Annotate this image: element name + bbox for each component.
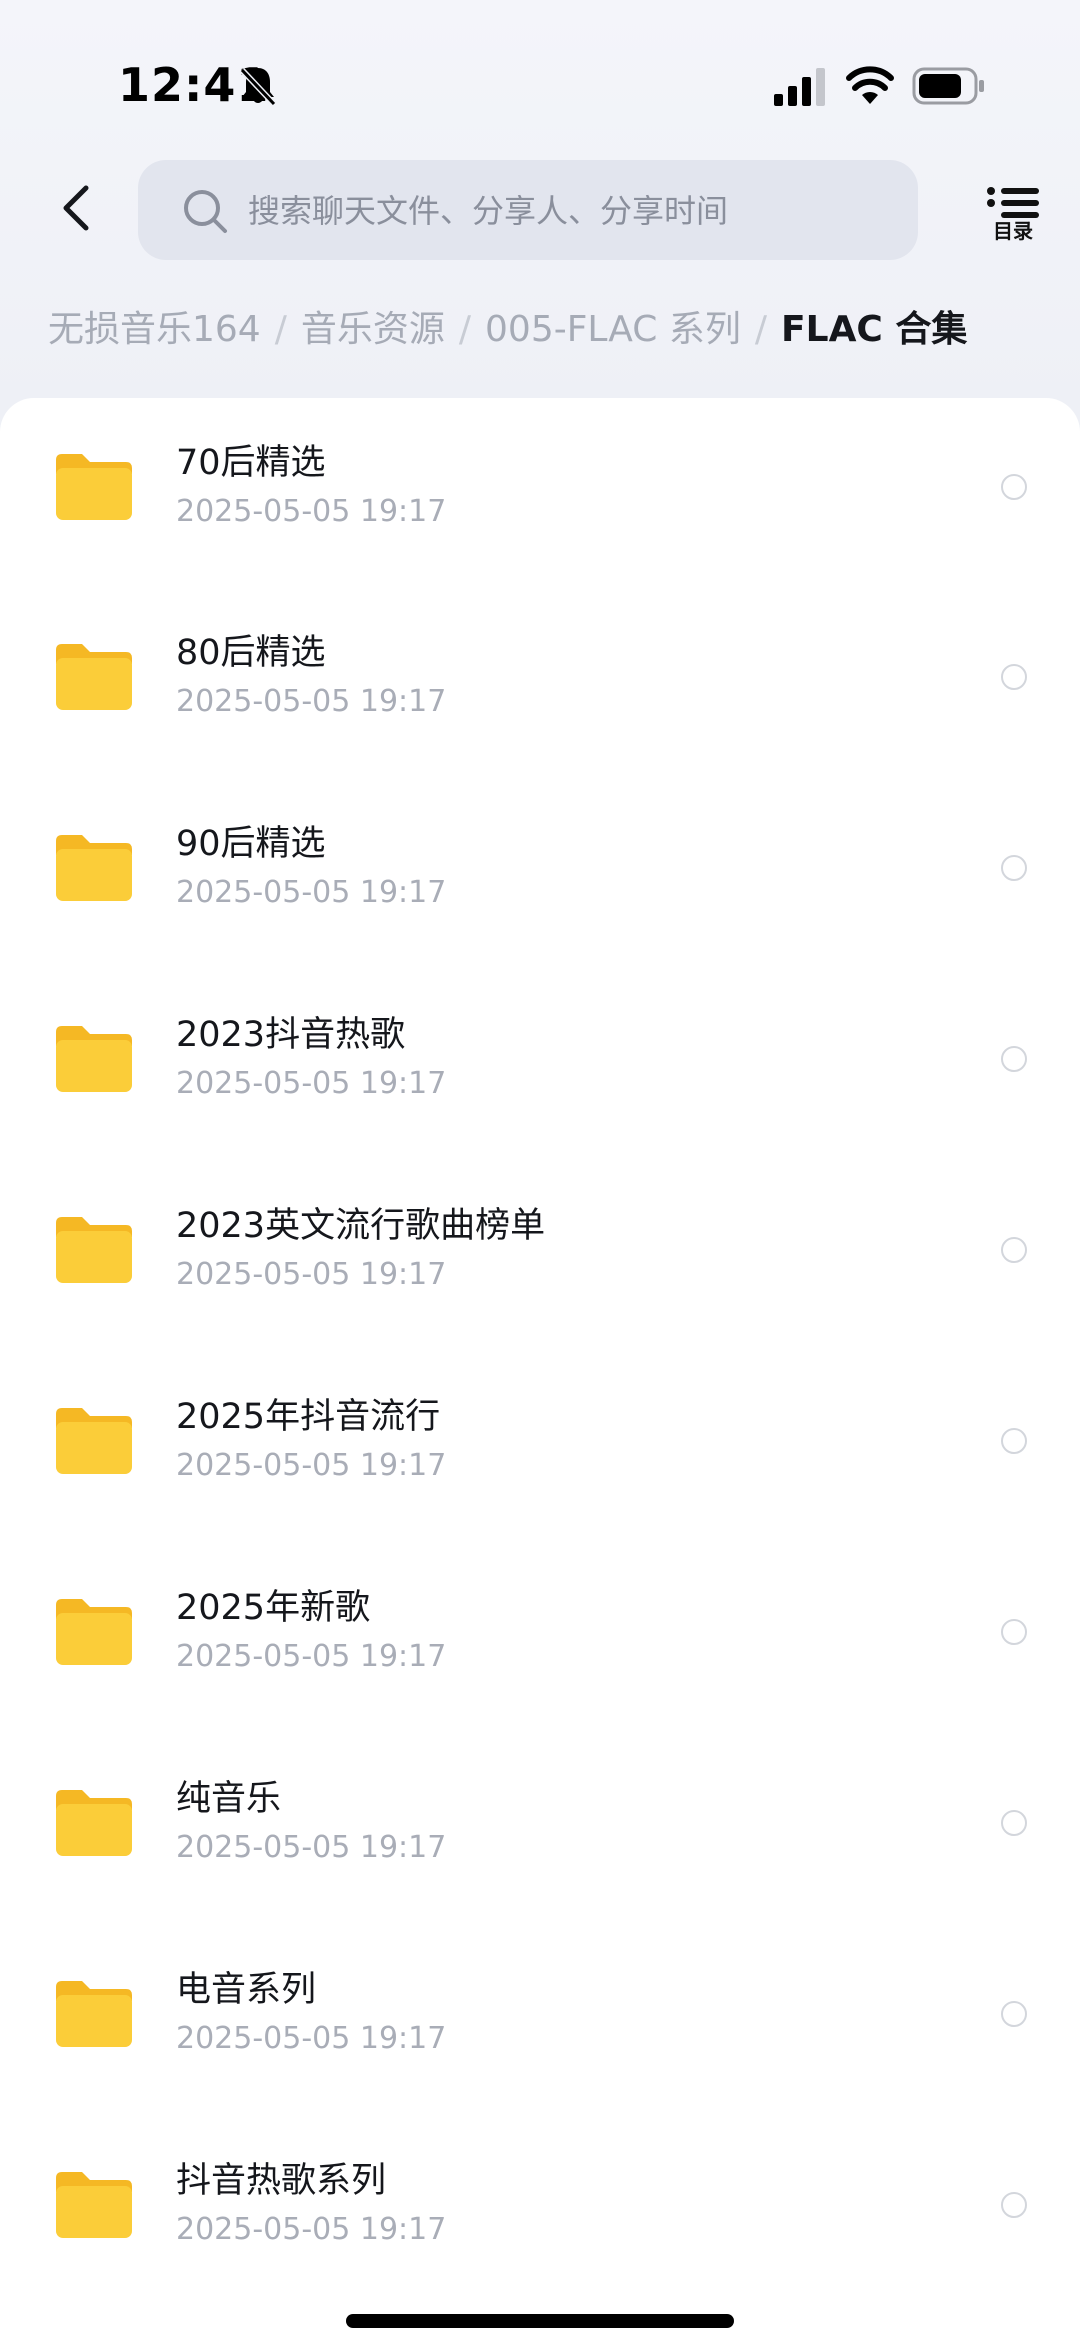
folder-name: 2025年抖音流行 (176, 1397, 441, 1437)
select-checkbox[interactable] (1001, 2192, 1027, 2218)
folder-icon (56, 1790, 132, 1856)
folder-name: 抖音热歌系列 (176, 2161, 387, 2201)
select-checkbox[interactable] (1001, 855, 1027, 881)
search-icon (184, 190, 227, 233)
folder-item[interactable]: 2023抖音热歌 2025-05-05 19:17 (0, 970, 1080, 1160)
folder-time: 2025-05-05 19:17 (176, 1066, 447, 1101)
folder-item[interactable]: 90后精选 2025-05-05 19:17 (0, 779, 1080, 969)
search-bar[interactable] (138, 160, 918, 262)
search-input[interactable] (246, 160, 890, 262)
select-checkbox[interactable] (1001, 1619, 1027, 1645)
folder-icon (56, 835, 132, 901)
folder-item[interactable]: 80后精选 2025-05-05 19:17 (0, 588, 1080, 778)
status-bar: 12:41 (0, 0, 1080, 140)
breadcrumb-item[interactable]: 005-FLAC 系列 (485, 309, 741, 350)
select-checkbox[interactable] (1001, 1428, 1027, 1454)
folder-time: 2025-05-05 19:17 (176, 1448, 447, 1483)
folder-item[interactable]: 电音系列 2025-05-05 19:17 (0, 1925, 1080, 2115)
folder-item[interactable]: 纯音乐 2025-05-05 19:17 (0, 1734, 1080, 1924)
cellular-signal-icon (774, 68, 825, 106)
folder-icon (56, 644, 132, 710)
folder-name: 70后精选 (176, 443, 326, 483)
breadcrumb: 无损音乐164 / 音乐资源 / 005-FLAC 系列 / FLAC 合集 (48, 300, 967, 360)
folder-item[interactable]: 70后精选 2025-05-05 19:17 (0, 398, 1080, 588)
folder-icon (56, 454, 132, 520)
folder-name: 2023抖音热歌 (176, 1015, 406, 1055)
folder-time: 2025-05-05 19:17 (176, 1257, 447, 1292)
select-checkbox[interactable] (1001, 474, 1027, 500)
home-indicator[interactable] (346, 2314, 734, 2328)
toc-label: 目录 (993, 219, 1033, 243)
folder-time: 2025-05-05 19:17 (176, 1830, 447, 1865)
folder-item[interactable]: 2025年抖音流行 2025-05-05 19:17 (0, 1352, 1080, 1542)
folder-name: 2025年新歌 (176, 1588, 371, 1628)
folder-list: 70后精选 2025-05-05 19:17 80后精选 2025-05-05 … (0, 398, 1080, 2348)
select-checkbox[interactable] (1001, 664, 1027, 690)
folder-icon (56, 1026, 132, 1092)
folder-icon (56, 1217, 132, 1283)
breadcrumb-current: FLAC 合集 (781, 309, 968, 350)
bell-muted-icon (239, 67, 277, 107)
folder-time: 2025-05-05 19:17 (176, 2021, 447, 2056)
folder-item[interactable]: 2025年新歌 2025-05-05 19:17 (0, 1543, 1080, 1733)
folder-name: 90后精选 (176, 824, 326, 864)
select-checkbox[interactable] (1001, 1810, 1027, 1836)
folder-icon (56, 1981, 132, 2047)
folder-icon (56, 1599, 132, 1665)
select-checkbox[interactable] (1001, 2001, 1027, 2027)
back-arrow-icon[interactable] (52, 180, 102, 236)
folder-name: 电音系列 (176, 1970, 317, 2010)
select-checkbox[interactable] (1001, 1237, 1027, 1263)
list-menu-icon (987, 187, 1039, 218)
folder-icon (56, 2172, 132, 2238)
toc-button[interactable]: 目录 (978, 186, 1048, 250)
folder-item[interactable]: 抖音热歌系列 2025-05-05 19:17 (0, 2116, 1080, 2306)
breadcrumb-separator: / (458, 309, 472, 350)
folder-time: 2025-05-05 19:17 (176, 2212, 447, 2247)
battery-icon (912, 67, 984, 105)
breadcrumb-separator: / (754, 309, 768, 350)
folder-time: 2025-05-05 19:17 (176, 1639, 447, 1674)
breadcrumb-separator: / (274, 309, 287, 350)
wifi-icon (846, 66, 894, 104)
folder-name: 纯音乐 (176, 1779, 282, 1819)
folder-item[interactable]: 2023英文流行歌曲榜单 2025-05-05 19:17 (0, 1161, 1080, 1351)
breadcrumb-item[interactable]: 无损音乐164 (48, 309, 261, 350)
folder-time: 2025-05-05 19:17 (176, 875, 447, 910)
select-checkbox[interactable] (1001, 1046, 1027, 1072)
breadcrumb-item[interactable]: 音乐资源 (301, 309, 445, 350)
folder-name: 80后精选 (176, 633, 326, 673)
folder-icon (56, 1408, 132, 1474)
folder-time: 2025-05-05 19:17 (176, 494, 447, 529)
folder-time: 2025-05-05 19:17 (176, 684, 447, 719)
folder-name: 2023英文流行歌曲榜单 (176, 1206, 546, 1246)
